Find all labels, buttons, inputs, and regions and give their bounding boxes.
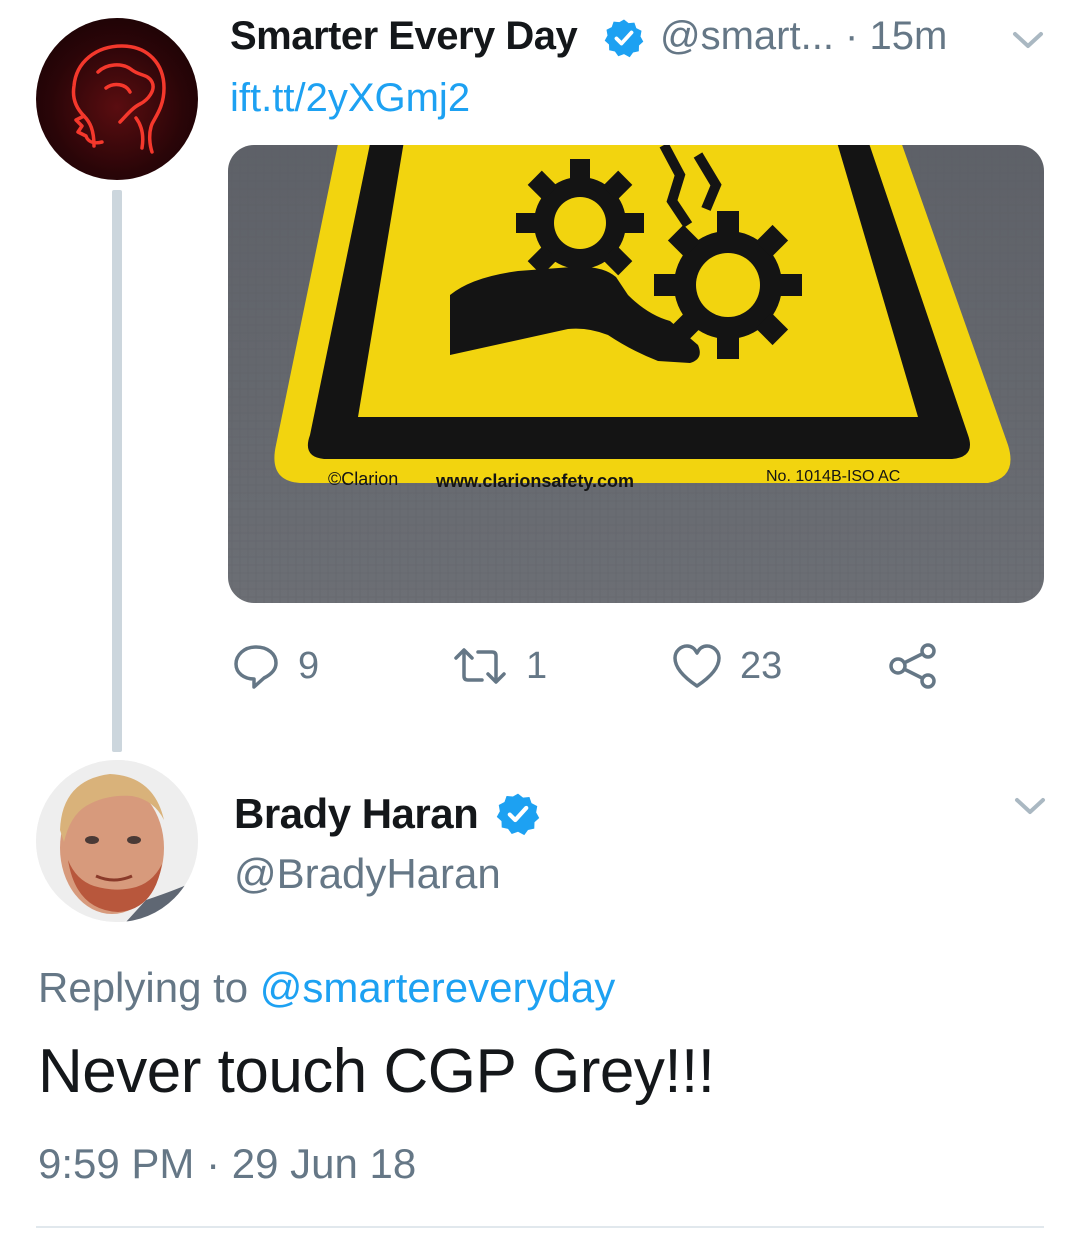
author-name[interactable]: Smarter Every Day bbox=[230, 14, 578, 59]
author-handle-and-time: @smart... · 15m bbox=[660, 14, 948, 58]
replying-to-label: Replying to bbox=[38, 964, 260, 1011]
verified-badge-icon bbox=[604, 19, 644, 58]
reply-button[interactable]: 9 bbox=[232, 642, 319, 690]
reply-icon bbox=[234, 645, 278, 689]
chevron-down-icon[interactable] bbox=[1012, 794, 1048, 818]
sign-url-text: www.clarionsafety.com bbox=[435, 471, 634, 491]
thread-connector-line bbox=[112, 190, 122, 752]
brady-haran-avatar[interactable] bbox=[36, 760, 198, 922]
verified-badge-icon bbox=[496, 793, 540, 836]
smarter-every-day-avatar[interactable] bbox=[36, 18, 198, 180]
share-icon bbox=[889, 643, 936, 689]
replying-to-line: Replying to @smartereveryday bbox=[38, 964, 615, 1012]
chevron-down-icon[interactable] bbox=[1010, 28, 1046, 52]
retweet-button[interactable]: 1 bbox=[452, 642, 547, 690]
neon-head-logo-icon bbox=[71, 44, 166, 154]
profile-photo bbox=[36, 760, 198, 922]
author-name[interactable]: Brady Haran bbox=[234, 790, 479, 838]
author-handle[interactable]: @BradyHaran bbox=[234, 850, 501, 898]
divider bbox=[36, 1226, 1044, 1228]
share-button[interactable] bbox=[888, 642, 940, 690]
retweet-count: 1 bbox=[526, 644, 548, 687]
tweet-timestamp[interactable]: 9:59 PM · 29 Jun 18 bbox=[38, 1140, 416, 1188]
tweet-media-image[interactable]: ©Clarion www.clarionsafety.com No. 1014B… bbox=[228, 145, 1044, 603]
like-count: 23 bbox=[740, 644, 783, 687]
like-button[interactable]: 23 bbox=[672, 642, 782, 690]
reply-count: 9 bbox=[298, 644, 320, 687]
sign-brand-text: ©Clarion bbox=[328, 469, 398, 489]
safety-sign-photo: ©Clarion www.clarionsafety.com No. 1014B… bbox=[228, 145, 1044, 603]
tweet-link[interactable]: ift.tt/2yXGmj2 bbox=[230, 76, 470, 121]
sign-number-text: No. 1014B-ISO AC bbox=[766, 468, 900, 485]
like-icon bbox=[673, 644, 721, 688]
replying-to-mention-link[interactable]: @smartereveryday bbox=[260, 964, 615, 1011]
tweet-text: Never touch CGP Grey!!! bbox=[38, 1037, 715, 1106]
retweet-icon bbox=[454, 648, 506, 684]
